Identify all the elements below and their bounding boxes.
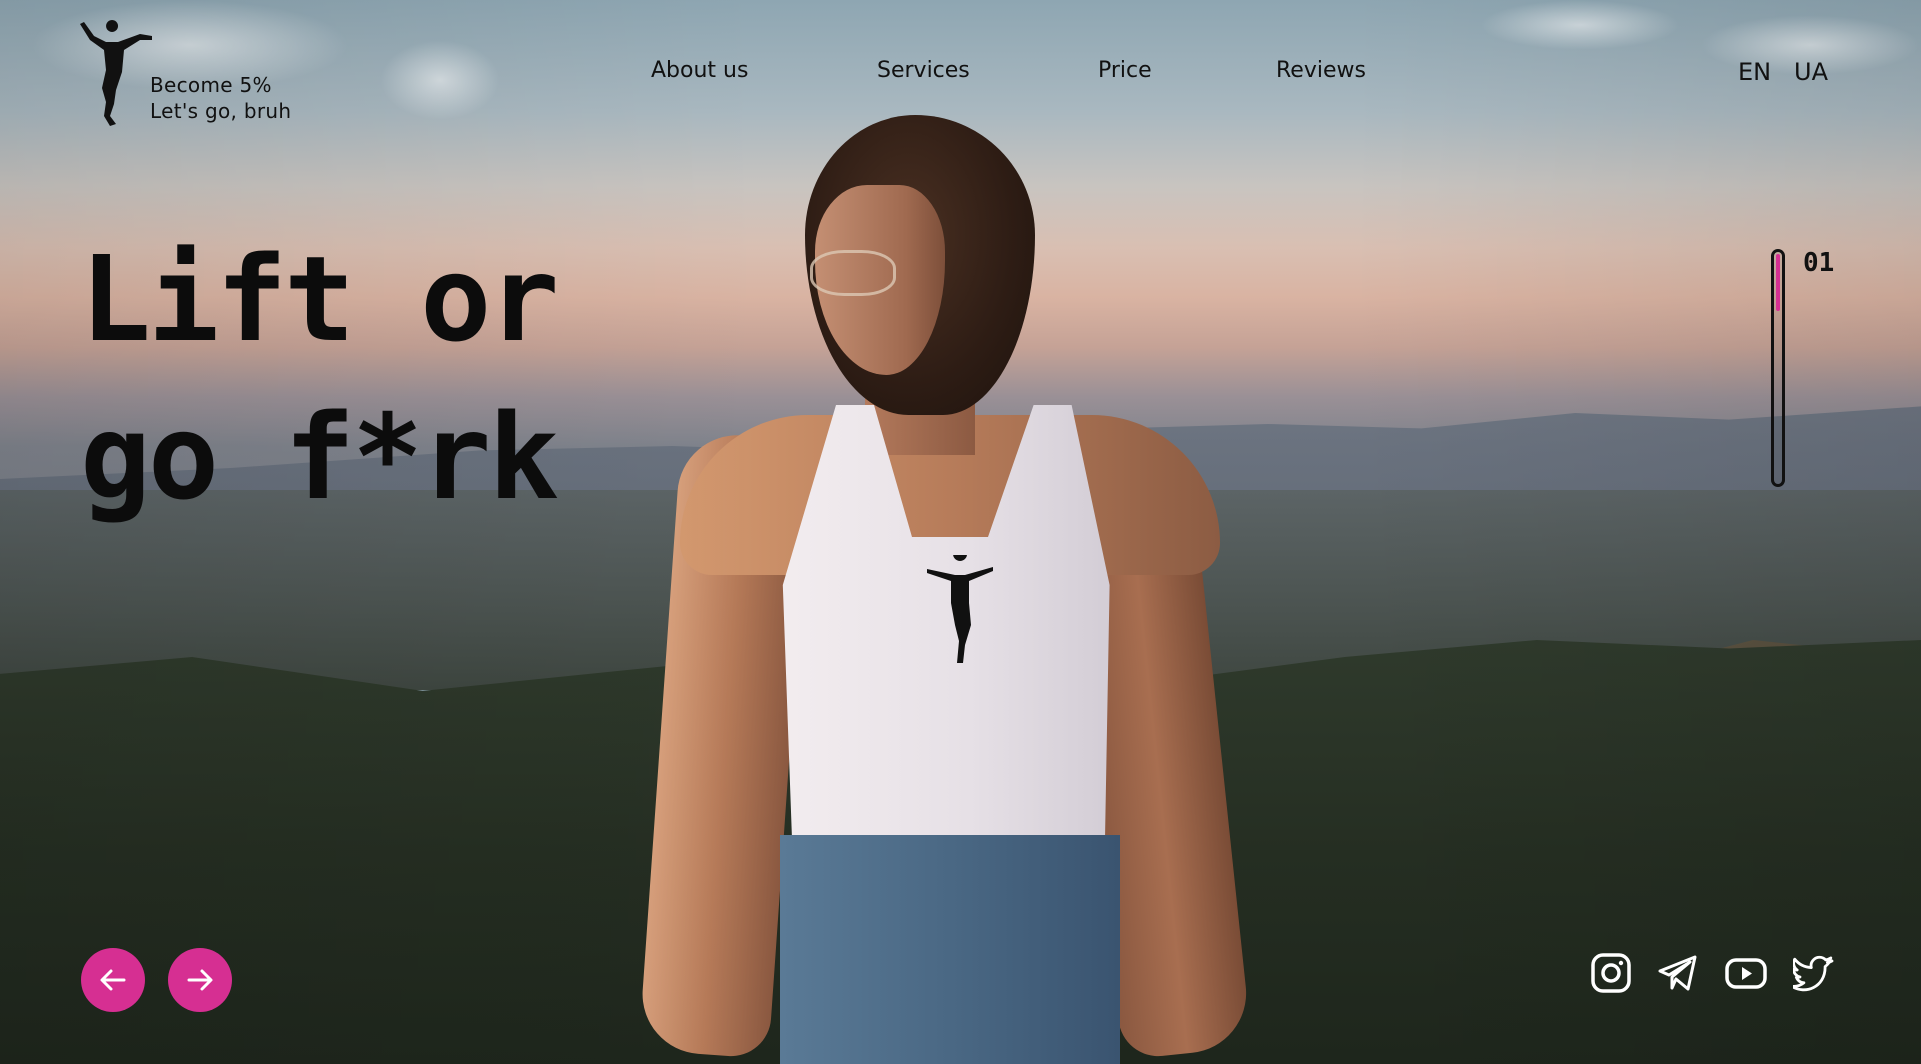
brand-line-2: Let's go, bruh [150, 99, 292, 123]
youtube-link[interactable] [1724, 951, 1768, 995]
nav-services[interactable]: Services [877, 58, 970, 83]
next-slide-button[interactable] [168, 948, 232, 1012]
twitter-icon [1793, 955, 1834, 992]
slide-progress-bar [1771, 249, 1785, 487]
youtube-icon [1725, 958, 1767, 989]
slide-number: 01 [1803, 248, 1835, 278]
telegram-icon [1658, 955, 1697, 991]
nav-about-us[interactable]: About us [651, 58, 748, 83]
arrow-right-icon [187, 969, 213, 991]
nav-price[interactable]: Price [1098, 58, 1152, 83]
language-en[interactable]: EN [1738, 58, 1771, 86]
hero-headline: Lift or go f*rk [80, 220, 559, 536]
hero-headline-line-1: Lift or [80, 230, 559, 368]
nav-reviews[interactable]: Reviews [1276, 58, 1366, 83]
instagram-link[interactable] [1589, 951, 1633, 995]
arrow-left-icon [100, 969, 126, 991]
slide-progress-fill [1776, 254, 1780, 311]
landing-page: Become 5% Let's go, bruh About us Servic… [0, 0, 1921, 1064]
hero-headline-line-2: go f*rk [80, 388, 559, 526]
twitter-link[interactable] [1792, 951, 1836, 995]
telegram-link[interactable] [1656, 951, 1700, 995]
main-nav: About us Services Price Reviews [0, 58, 1921, 90]
instagram-icon [1591, 953, 1631, 993]
previous-slide-button[interactable] [81, 948, 145, 1012]
language-ua[interactable]: UA [1794, 58, 1828, 86]
